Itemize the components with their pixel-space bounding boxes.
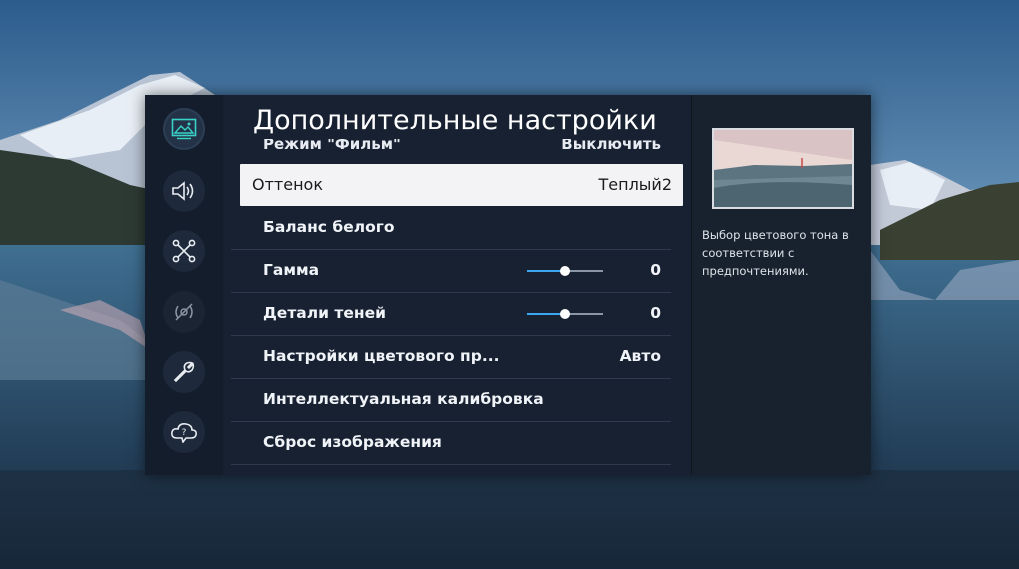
list-item-shadow-detail[interactable]: Детали теней 0 [231,293,671,336]
settings-panel: ? Дополнительные настройки Режим "Фильм"… [145,95,871,475]
slider-knob[interactable] [560,266,570,276]
sidebar-item-picture[interactable] [163,108,205,150]
sound-icon [172,181,194,201]
list-item-value: Авто [619,347,661,365]
list-item-label: Баланс белого [263,218,395,236]
list-item-smart-calibration[interactable]: Интеллектуальная калибровка [231,379,671,422]
page-title: Дополнительные настройки [253,103,691,139]
list-item-label: Интеллектуальная калибровка [263,390,544,408]
support-wrench-icon [173,361,195,383]
preview-image [712,128,854,209]
list-item-gamma[interactable]: Гамма 0 [231,250,671,293]
list-item-tint[interactable]: Оттенок Теплый2 [240,164,683,206]
sidebar-item-support[interactable] [163,351,205,393]
shadow-detail-slider[interactable] [527,309,603,319]
broadcast-icon [175,303,193,321]
svg-text:?: ? [182,428,187,438]
gamma-slider[interactable] [527,266,603,276]
cloud-help-icon: ? [171,423,197,443]
settings-list: Дополнительные настройки Режим "Фильм" В… [231,95,691,475]
list-item-white-balance[interactable]: Баланс белого [231,207,671,250]
sidebar-item-cloud-help[interactable]: ? [163,411,205,453]
list-item-label: Настройки цветового пр... [263,347,500,365]
list-item-value: Теплый2 [598,175,672,194]
sidebar: ? [145,95,223,475]
sidebar-item-broadcast[interactable] [163,291,205,333]
list-item-color-space[interactable]: Настройки цветового пр... Авто [231,336,671,379]
list-item-value: 0 [650,261,661,279]
list-item-reset-picture[interactable]: Сброс изображения [231,422,671,465]
sidebar-item-connection[interactable] [163,230,205,272]
list-item-label: Сброс изображения [263,433,442,451]
info-panel: Выбор цветового тона в соответствии с пр… [692,95,871,475]
sidebar-item-sound[interactable] [163,170,205,212]
item-description: Выбор цветового тона в соответствии с пр… [702,228,849,278]
list-item-label: Детали теней [263,304,386,322]
connection-icon [172,239,196,263]
slider-knob[interactable] [560,309,570,319]
list-item-label: Оттенок [252,175,323,194]
picture-icon [171,118,197,140]
list-item-value: 0 [650,304,661,322]
list-item-label: Гамма [263,261,320,279]
